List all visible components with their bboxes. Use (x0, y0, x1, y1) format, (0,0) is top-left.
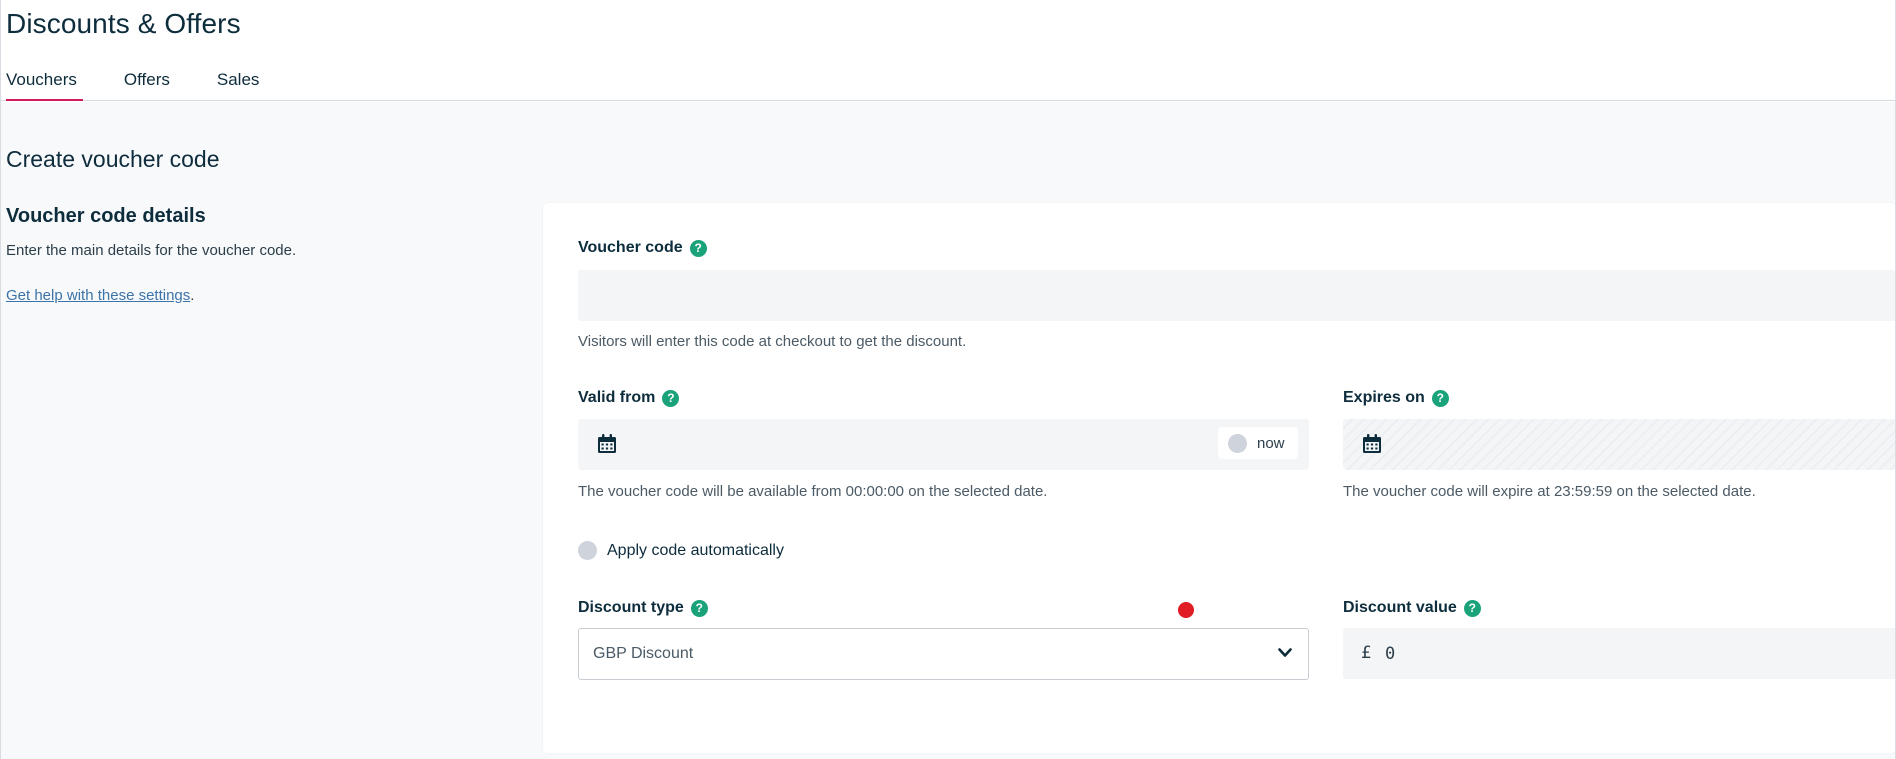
discount-type-label-text: Discount type (578, 599, 684, 616)
tab-bar: Vouchers Offers Sales (6, 70, 306, 101)
expires-on-hint: The voucher code will expire at 23:59:59… (1343, 483, 1756, 500)
help-icon[interactable]: ? (690, 599, 708, 617)
voucher-code-hint: Visitors will enter this code at checkou… (578, 333, 967, 350)
section-title: Create voucher code (6, 146, 220, 172)
tab-sales[interactable]: Sales (217, 70, 260, 101)
valid-from-label: Valid from ? (578, 389, 680, 407)
expires-on-label-text: Expires on (1343, 389, 1425, 406)
main-content: Create voucher code Voucher code details… (0, 102, 1896, 759)
help-link-suffix: . (190, 287, 195, 304)
expires-on-label: Expires on ? (1343, 389, 1449, 407)
now-label: now (1257, 434, 1285, 452)
discount-type-value: GBP Discount (593, 645, 694, 662)
calendar-icon[interactable] (596, 433, 618, 455)
tab-offers[interactable]: Offers (124, 70, 170, 101)
discount-value-field[interactable]: £ (1343, 628, 1896, 679)
apply-auto-label: Apply code automatically (607, 541, 784, 559)
voucher-code-field[interactable] (578, 270, 1896, 321)
discount-type-select[interactable]: GBP Discount (578, 628, 1309, 680)
discount-value-input[interactable] (1385, 641, 1685, 667)
apply-auto-radio[interactable] (578, 541, 597, 560)
page-header: Discounts & Offers Vouchers Offers Sales (0, 0, 1896, 101)
expires-on-field[interactable] (1343, 419, 1896, 470)
help-link-row: Get help with these settings. (6, 287, 194, 304)
voucher-code-label-text: Voucher code (578, 239, 683, 256)
details-title: Voucher code details (6, 205, 206, 227)
chevron-down-icon (1278, 648, 1292, 657)
help-icon[interactable]: ? (662, 389, 680, 407)
valid-from-hint: The voucher code will be available from … (578, 483, 1048, 500)
voucher-code-input[interactable] (578, 270, 1896, 321)
calendar-icon[interactable] (1361, 433, 1383, 455)
now-toggle[interactable]: now (1218, 427, 1298, 459)
discount-type-label: Discount type ? (578, 599, 708, 617)
valid-from-field[interactable]: now (578, 419, 1309, 470)
details-description: Enter the main details for the voucher c… (6, 242, 297, 259)
valid-from-label-text: Valid from (578, 389, 656, 406)
discount-value-label-text: Discount value (1343, 599, 1457, 616)
voucher-form-card: Voucher code ? Visitors will enter this … (543, 203, 1896, 753)
help-icon[interactable]: ? (1431, 389, 1449, 407)
tab-vouchers[interactable]: Vouchers (6, 70, 83, 101)
discount-value-label: Discount value ? (1343, 599, 1481, 617)
left-divider (0, 0, 1, 759)
apply-auto-option[interactable]: Apply code automatically (578, 541, 784, 560)
now-radio[interactable] (1228, 433, 1247, 453)
cursor-marker (1178, 602, 1194, 618)
help-icon[interactable]: ? (689, 239, 707, 257)
page-title: Discounts & Offers (6, 8, 241, 39)
help-link[interactable]: Get help with these settings (6, 287, 190, 304)
currency-symbol: £ (1361, 643, 1372, 663)
help-icon[interactable]: ? (1463, 599, 1481, 617)
voucher-code-label: Voucher code ? (578, 239, 707, 257)
